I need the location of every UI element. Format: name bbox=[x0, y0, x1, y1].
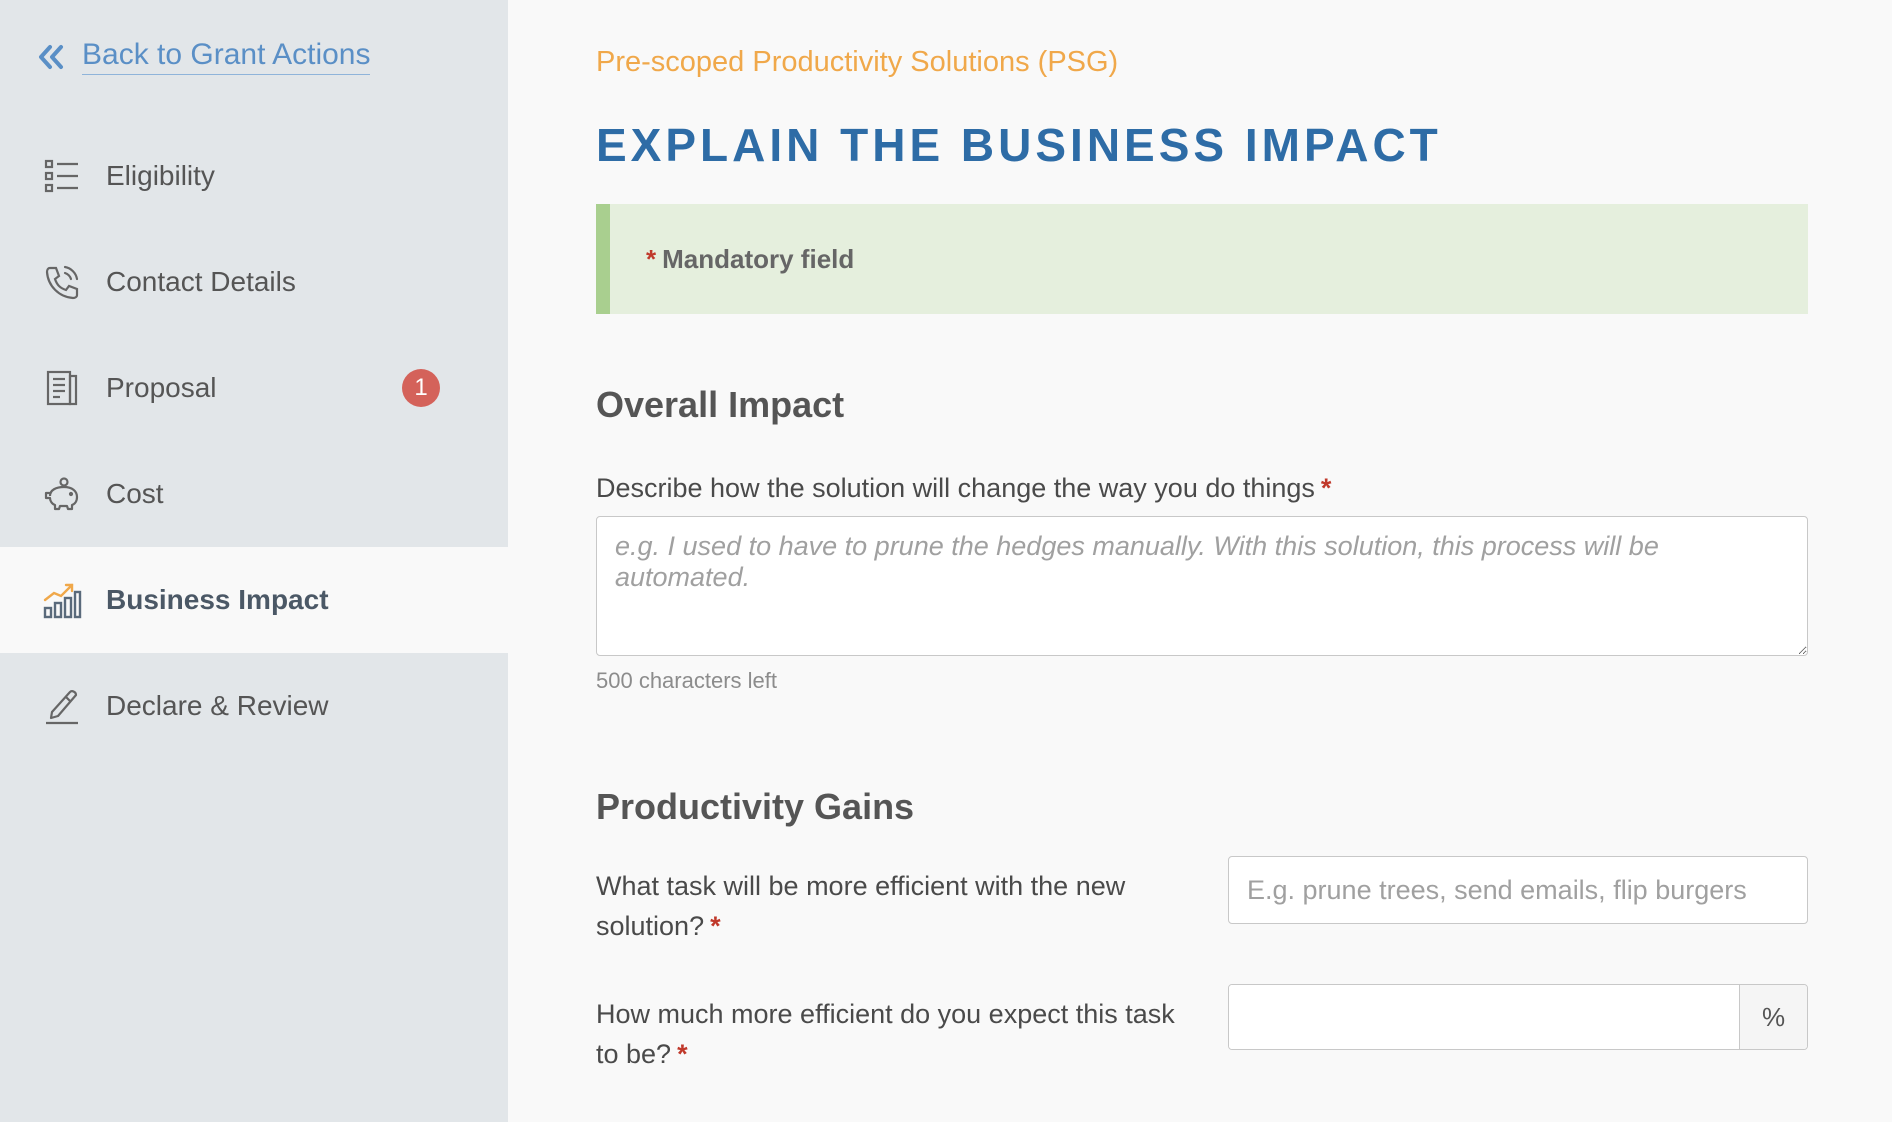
notification-badge: 1 bbox=[402, 369, 440, 407]
overall-impact-textarea[interactable] bbox=[596, 516, 1808, 656]
piggy-bank-icon bbox=[40, 472, 84, 516]
sidebar-item-proposal[interactable]: Proposal 1 bbox=[0, 335, 508, 441]
overall-impact-question: Describe how the solution will change th… bbox=[596, 468, 1331, 508]
task-question-line2: solution? bbox=[596, 911, 705, 941]
sidebar-item-eligibility[interactable]: Eligibility bbox=[0, 123, 508, 229]
list-icon bbox=[40, 154, 84, 198]
sidebar: Back to Grant Actions Eligibility Contac… bbox=[0, 0, 508, 1122]
document-icon bbox=[40, 366, 84, 410]
back-link-label: Back to Grant Actions bbox=[82, 38, 371, 75]
notice-text: Mandatory field bbox=[662, 243, 855, 274]
required-asterisk: * bbox=[1320, 473, 1332, 503]
efficiency-percent-group: % bbox=[1228, 984, 1808, 1050]
page-subtitle: Pre-scoped Productivity Solutions (PSG) bbox=[596, 46, 1119, 78]
characters-left-counter: 500 characters left bbox=[596, 668, 777, 693]
pen-icon bbox=[40, 684, 84, 728]
efficiency-question: How much more efficient do you expect th… bbox=[596, 994, 1175, 1074]
task-input[interactable] bbox=[1228, 856, 1808, 924]
bar-chart-icon bbox=[40, 578, 84, 622]
sidebar-item-label: Proposal bbox=[106, 372, 217, 403]
section-title-overall-impact: Overall Impact bbox=[596, 384, 845, 425]
sidebar-item-cost[interactable]: Cost bbox=[0, 441, 508, 547]
sidebar-item-business-impact[interactable]: Business Impact bbox=[0, 547, 508, 653]
sidebar-item-label: Eligibility bbox=[106, 160, 215, 191]
question-text: Describe how the solution will change th… bbox=[596, 473, 1315, 503]
sidebar-item-label: Cost bbox=[106, 478, 164, 509]
efficiency-question-line1: How much more efficient do you expect th… bbox=[596, 999, 1175, 1029]
sidebar-item-declare-review[interactable]: Declare & Review bbox=[0, 653, 508, 759]
section-title-productivity-gains: Productivity Gains bbox=[596, 786, 915, 827]
page-title: EXPLAIN THE BUSINESS IMPACT bbox=[596, 119, 1442, 171]
required-asterisk: * bbox=[677, 1039, 688, 1069]
back-to-grant-actions-link[interactable]: Back to Grant Actions bbox=[36, 38, 371, 75]
efficiency-question-line2: to be? bbox=[596, 1039, 672, 1069]
sidebar-item-label: Contact Details bbox=[106, 266, 296, 297]
sidebar-item-label: Declare & Review bbox=[106, 690, 329, 721]
task-question-line1: What task will be more efficient with th… bbox=[596, 871, 1126, 901]
required-asterisk: * bbox=[710, 911, 721, 941]
mandatory-field-notice: * Mandatory field bbox=[596, 204, 1808, 314]
double-chevron-left-icon bbox=[39, 44, 63, 69]
sidebar-item-contact-details[interactable]: Contact Details bbox=[0, 229, 508, 335]
phone-icon bbox=[40, 260, 84, 304]
efficiency-percent-input[interactable] bbox=[1229, 985, 1739, 1049]
percent-unit-label: % bbox=[1739, 985, 1807, 1049]
task-question: What task will be more efficient with th… bbox=[596, 866, 1125, 946]
sidebar-item-label: Business Impact bbox=[106, 584, 329, 615]
required-asterisk: * bbox=[646, 243, 657, 274]
